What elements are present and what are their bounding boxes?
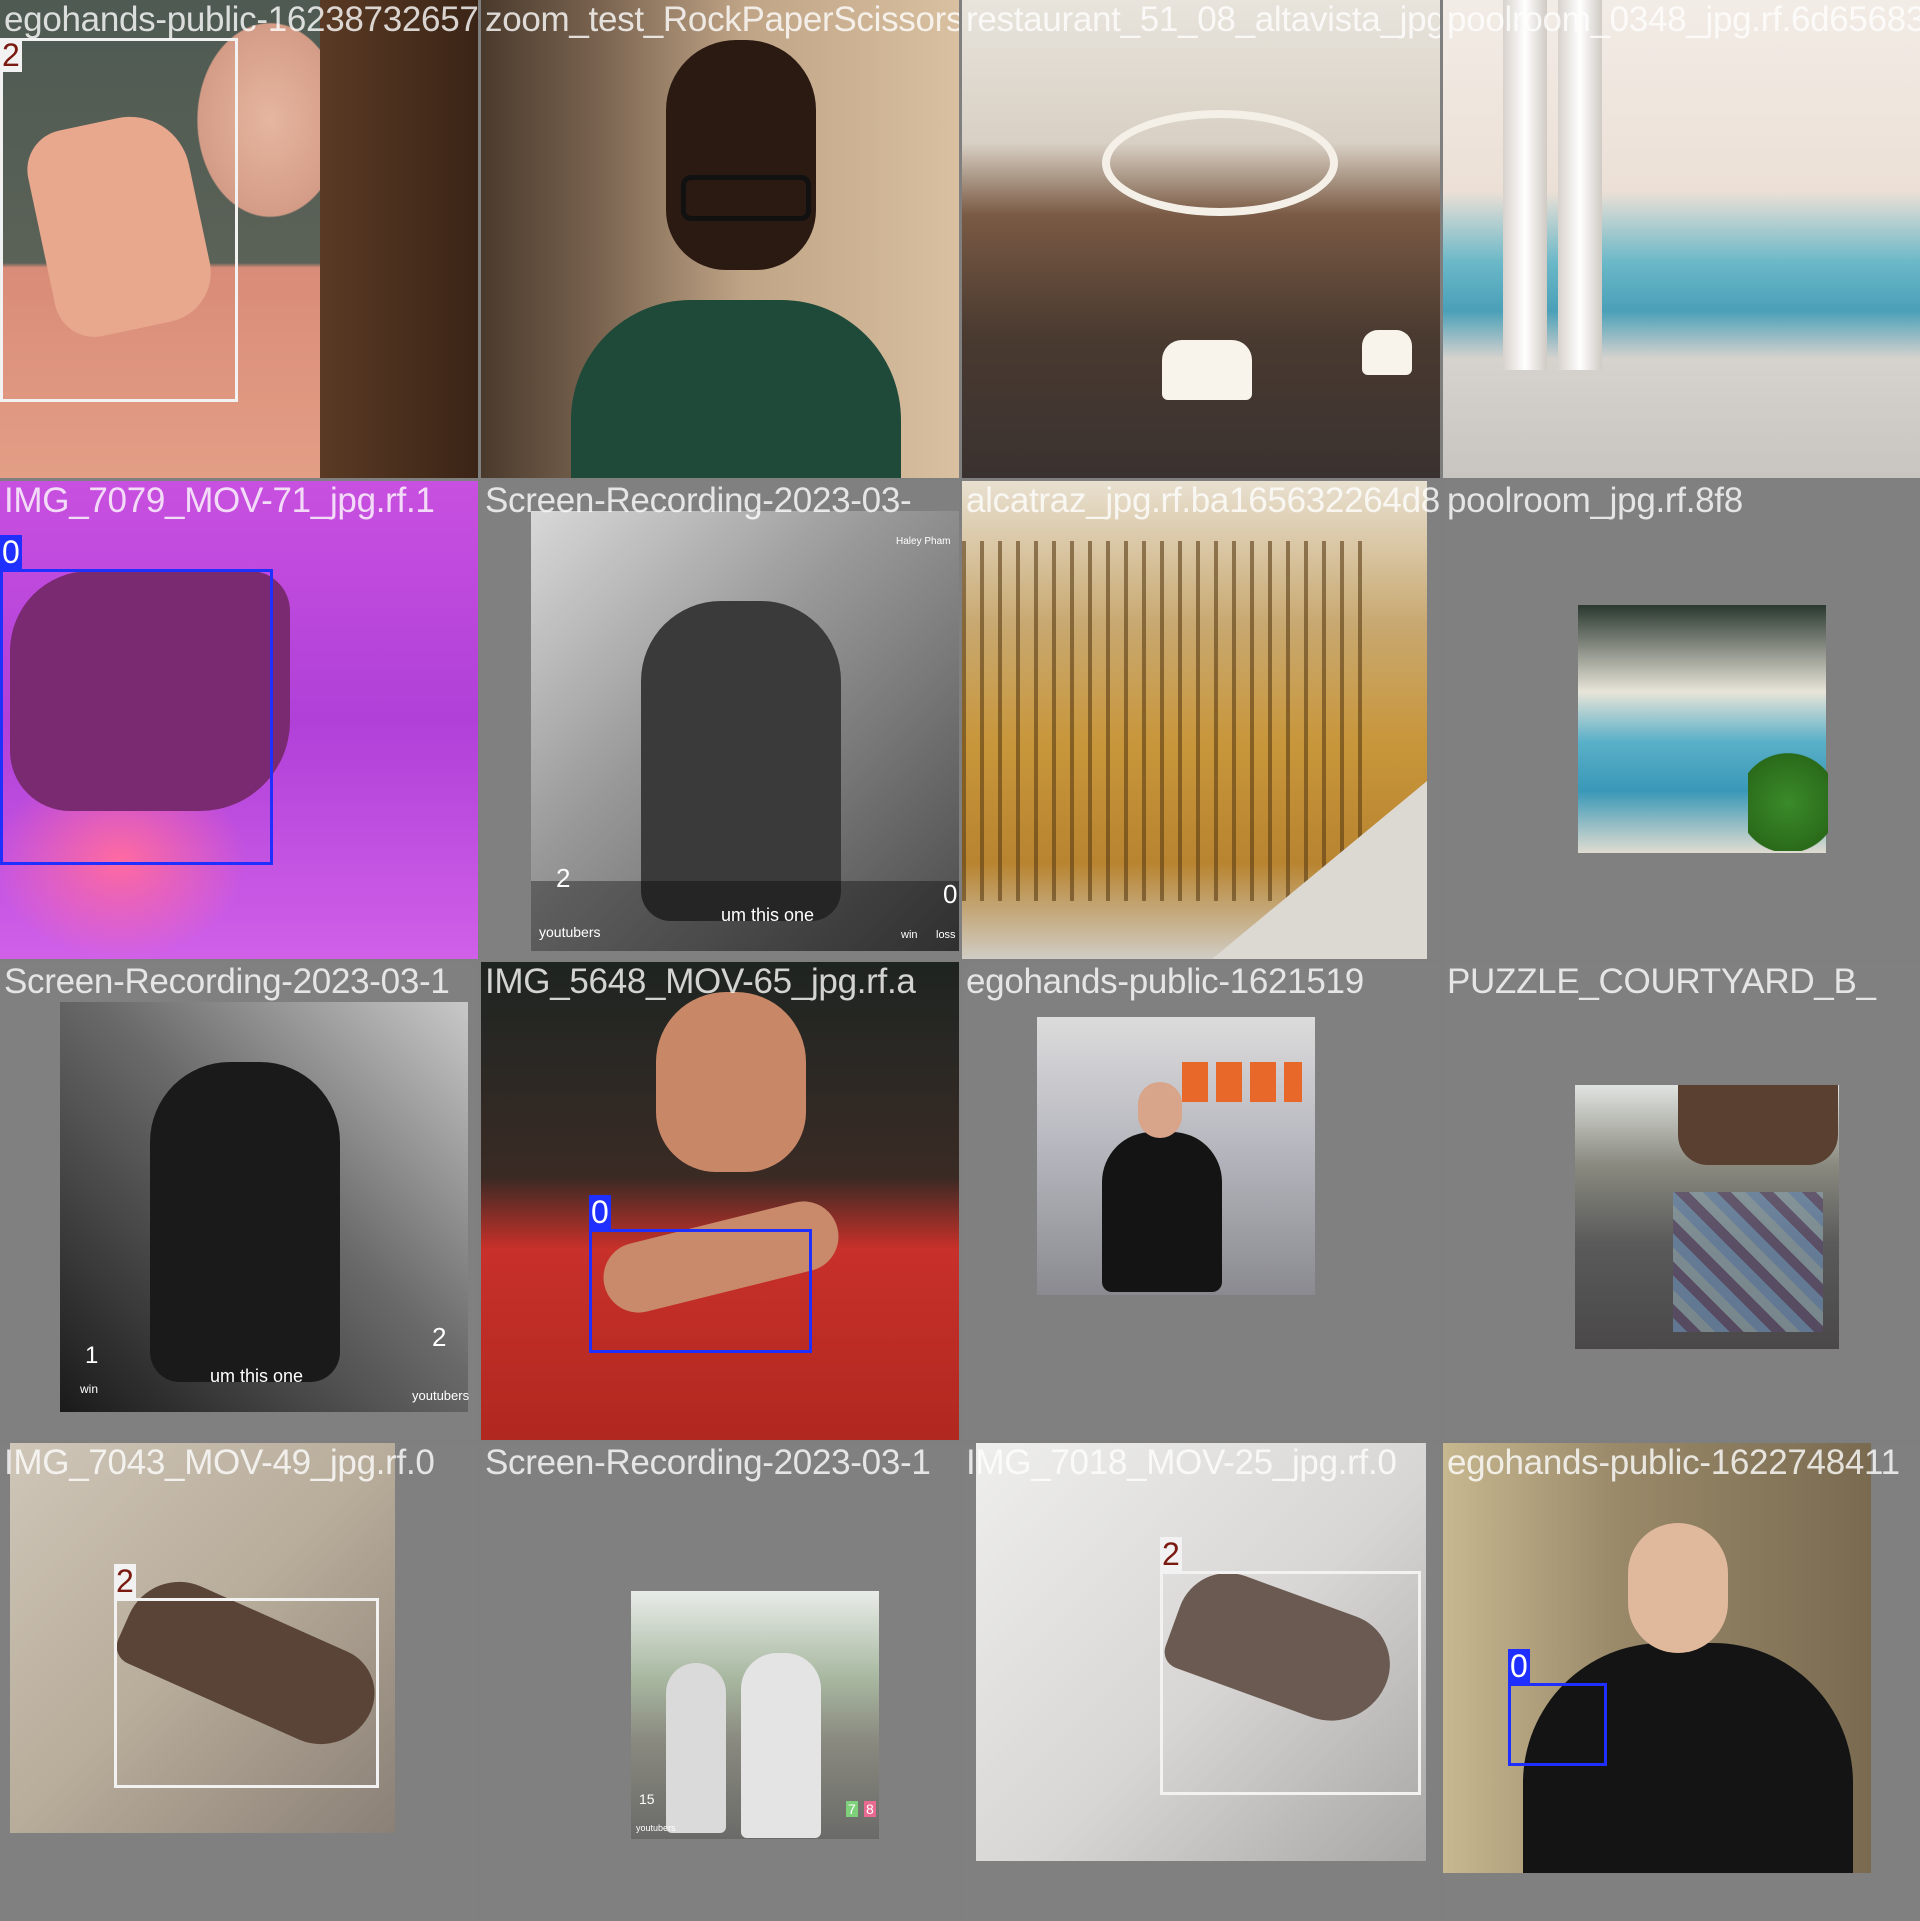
tile-9-filename: Screen-Recording-2023-03-1 bbox=[4, 962, 450, 1001]
tile-5: 0 IMG_7079_MOV-71_jpg.rf.1 bbox=[0, 481, 478, 959]
tile-14-filename: Screen-Recording-2023-03-1 bbox=[485, 1443, 931, 1482]
tile-13: 2 IMG_7043_MOV-49_jpg.rf.0 bbox=[0, 1443, 478, 1921]
tile-16: 0 egohands-public-1622748411 bbox=[1443, 1443, 1920, 1921]
tile-3-lamp-2 bbox=[1362, 330, 1412, 375]
tile-6-right-num: 0 bbox=[943, 879, 958, 909]
tile-14-person-1 bbox=[666, 1663, 726, 1833]
tile-4-column-2 bbox=[1558, 0, 1602, 370]
tile-16-box bbox=[1508, 1683, 1607, 1766]
tile-13-box bbox=[114, 1598, 379, 1788]
tile-2-hoodie bbox=[571, 300, 901, 478]
tile-14-left-caption: youtubers bbox=[636, 1823, 676, 1833]
tile-10-box bbox=[589, 1229, 812, 1353]
tile-11-filename: egohands-public-1621519 bbox=[966, 962, 1364, 1001]
tile-11-person bbox=[1102, 1132, 1222, 1292]
tile-9-left-num: 1 bbox=[85, 1342, 99, 1369]
tile-1-box-label: 2 bbox=[0, 37, 22, 73]
tile-4-column-1 bbox=[1503, 0, 1547, 370]
tile-2-glasses bbox=[681, 175, 811, 221]
tile-7-cell-bars bbox=[962, 541, 1362, 901]
tile-11-face bbox=[1138, 1082, 1182, 1138]
tile-13-box-label: 2 bbox=[114, 1563, 136, 1599]
tile-14: 15 youtubers 7 8 Screen-Recording-2023-0… bbox=[481, 1443, 959, 1921]
tile-12: PUZZLE_COURTYARD_B_ bbox=[1443, 962, 1920, 1440]
tile-10: 0 IMG_5648_MOV-65_jpg.rf.a bbox=[481, 962, 959, 1440]
tile-9-right-num: 2 bbox=[432, 1322, 447, 1352]
tile-11-chairs bbox=[1182, 1062, 1302, 1102]
tile-8-filename: poolroom_jpg.rf.8f8 bbox=[1447, 481, 1743, 520]
tile-6: 2 youtubers um this one 0 win loss Haley… bbox=[481, 481, 959, 959]
tile-6-corner-name: Haley Pham bbox=[896, 536, 951, 547]
tile-5-box bbox=[0, 569, 273, 865]
tile-6-person bbox=[641, 601, 841, 921]
tile-3-photo bbox=[962, 0, 1440, 478]
tile-3-lamp-1 bbox=[1162, 340, 1252, 400]
tile-6-right-sub2: loss bbox=[936, 929, 956, 941]
tile-8-plant bbox=[1748, 731, 1828, 851]
tile-5-box-label: 0 bbox=[0, 534, 22, 570]
tile-15-box bbox=[1160, 1571, 1421, 1795]
tile-6-right-sub1: win bbox=[901, 929, 918, 941]
tile-16-box-label: 0 bbox=[1508, 1648, 1530, 1684]
tile-14-left-num: 15 bbox=[639, 1791, 655, 1807]
tile-14-right-b: 8 bbox=[864, 1801, 876, 1817]
tile-16-face bbox=[1628, 1523, 1728, 1653]
tile-8: poolroom_jpg.rf.8f8 bbox=[1443, 481, 1920, 959]
tile-2: zoom_test_RockPaperScissors_jpg.rf. bbox=[481, 0, 959, 478]
tile-15: 2 IMG_7018_MOV-25_jpg.rf.0 bbox=[962, 1443, 1440, 1921]
tile-1: 2 egohands-public-1623873265747_png.jpg.… bbox=[0, 0, 478, 478]
tile-3-ceiling-ring bbox=[1102, 110, 1338, 216]
tile-9-right-caption: youtubers bbox=[412, 1388, 470, 1403]
tile-6-center-caption: um this one bbox=[721, 905, 815, 925]
tile-14-right-a: 7 bbox=[846, 1801, 858, 1817]
image-mosaic: 2 egohands-public-1623873265747_png.jpg.… bbox=[0, 0, 1920, 1921]
tile-12-person bbox=[1678, 1085, 1838, 1165]
tile-11: egohands-public-1621519 bbox=[962, 962, 1440, 1440]
tile-4: poolroom_0348_jpg.rf.6d656834e7 bbox=[1443, 0, 1920, 478]
tile-9-person bbox=[150, 1062, 340, 1382]
tile-6-left-caption: youtubers bbox=[539, 924, 601, 940]
tile-10-face bbox=[656, 992, 806, 1172]
tile-10-box-label: 0 bbox=[589, 1194, 611, 1230]
tile-12-puzzle bbox=[1673, 1192, 1823, 1332]
tile-15-box-label: 2 bbox=[1160, 1536, 1182, 1572]
tile-12-filename: PUZZLE_COURTYARD_B_ bbox=[1447, 962, 1876, 1001]
tile-9-center-caption: um this one bbox=[210, 1366, 304, 1386]
tile-1-box bbox=[0, 38, 238, 402]
tile-9-left-caption: win bbox=[80, 1382, 99, 1396]
tile-14-person-2 bbox=[741, 1653, 821, 1838]
tile-1-hair bbox=[320, 0, 478, 478]
tile-7: alcatraz_jpg.rf.ba165632264d8a3f11_2_jpg… bbox=[962, 481, 1440, 959]
tile-3: restaurant_51_08_altavista_jpg.rf. bbox=[962, 0, 1440, 478]
tile-2-face bbox=[666, 40, 816, 270]
tile-6-left-num: 2 bbox=[556, 863, 571, 893]
tile-9: 1 win um this one 2 youtubers Screen-Rec… bbox=[0, 962, 478, 1440]
